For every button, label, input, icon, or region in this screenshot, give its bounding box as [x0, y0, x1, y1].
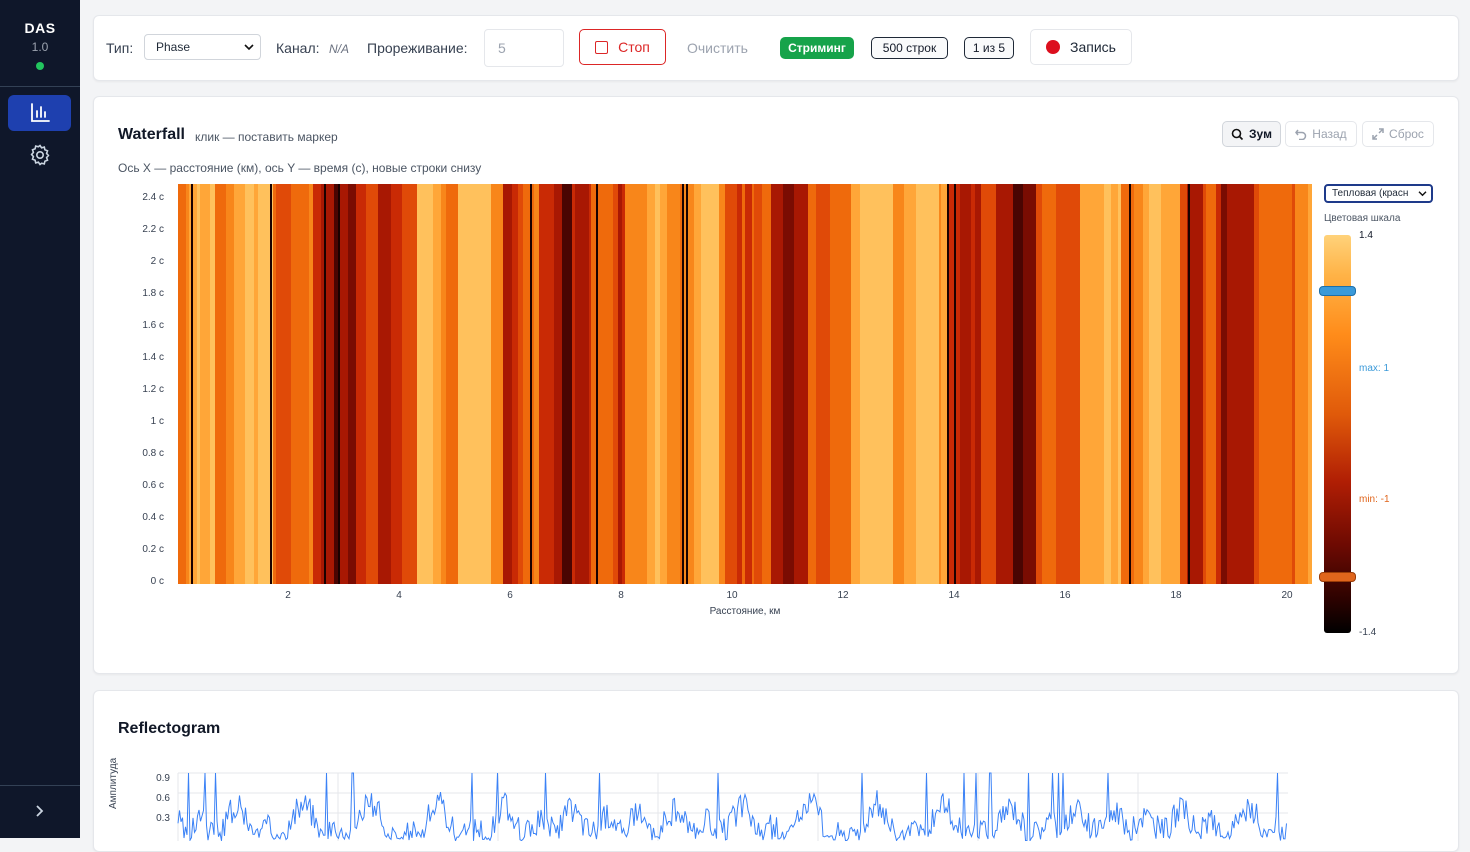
app-name: DAS: [24, 20, 56, 36]
reflectogram-title: Reflectogram: [118, 720, 221, 737]
waterfall-y-tick: 2 с: [150, 256, 164, 267]
back-button[interactable]: Назад: [1285, 121, 1357, 147]
colormap-select[interactable]: Тепловая (красн: [1324, 184, 1433, 203]
waterfall-y-tick: 1.4 с: [142, 352, 164, 363]
reset-button[interactable]: Сброс: [1362, 121, 1434, 147]
waterfall-y-tick: 0.8 с: [142, 448, 164, 459]
waterfall-x-tick: 16: [1059, 590, 1071, 601]
brand: DAS 1.0: [0, 20, 80, 70]
stop-icon: [595, 40, 609, 54]
waterfall-title: Waterfall: [118, 126, 185, 143]
colorscale-max-label: max: 1: [1359, 363, 1390, 374]
decimation-input[interactable]: 5: [484, 29, 564, 67]
waterfall-y-tick: 0.2 с: [142, 544, 164, 555]
waterfall-y-tick: 1.2 с: [142, 384, 164, 395]
colormap-select-value: Тепловая (красн: [1332, 188, 1409, 199]
sidebar-item-charts[interactable]: [8, 95, 71, 131]
waterfall-y-tick: 1 с: [150, 416, 164, 427]
sidebar-divider: [0, 86, 80, 87]
waterfall-panel: Waterfall клик — поставить маркер Ось X …: [93, 96, 1459, 674]
waterfall-x-tick: 4: [396, 590, 402, 601]
reflectogram-chart[interactable]: [118, 761, 1288, 841]
type-select[interactable]: Phase: [144, 34, 261, 60]
colorscale-bottom-value: -1.4: [1359, 627, 1377, 638]
type-label: Тип:: [106, 40, 134, 56]
bar-chart-icon: [30, 103, 50, 122]
record-icon: [1046, 40, 1061, 54]
sidebar: DAS 1.0: [0, 0, 80, 838]
waterfall-x-tick: 8: [618, 590, 624, 601]
waterfall-x-tick: 20: [1281, 590, 1293, 601]
colorscale-min-handle[interactable]: [1319, 572, 1356, 582]
waterfall-description: Ось X — расстояние (км), ось Y — время (…: [118, 161, 482, 175]
colorscale-label: Цветовая шкала: [1324, 213, 1401, 224]
colorscale-max-handle[interactable]: [1319, 286, 1356, 296]
waterfall-y-tick: 1.6 с: [142, 320, 164, 331]
rows-badge: 500 строк: [871, 37, 948, 59]
waterfall-x-tick: 10: [726, 590, 738, 601]
streaming-badge: Стриминг: [780, 37, 854, 59]
waterfall-y-tick: 2.4 с: [142, 192, 164, 203]
toolbar: Тип: Phase Канал: N/A Прореживание: 5 Ст…: [93, 15, 1459, 81]
channel-value: N/A: [329, 42, 350, 56]
waterfall-x-tick: 14: [948, 590, 960, 601]
waterfall-y-tick: 0 с: [150, 576, 164, 587]
zoom-button-label: Зум: [1249, 127, 1272, 141]
record-button-label: Запись: [1070, 39, 1116, 55]
gear-icon: [30, 144, 49, 166]
sidebar-divider-bottom: [0, 785, 80, 786]
expand-icon: [1372, 128, 1384, 140]
waterfall-x-tick: 2: [285, 590, 291, 601]
chevron-right-icon: [36, 805, 44, 817]
waterfall-hint: клик — поставить маркер: [195, 130, 338, 144]
waterfall-canvas[interactable]: [178, 184, 1312, 584]
waterfall-y-tick: 0.4 с: [142, 512, 164, 523]
chevron-down-icon: [1418, 190, 1427, 197]
search-icon: [1231, 128, 1244, 140]
sidebar-expand-button[interactable]: [30, 800, 50, 822]
sidebar-item-settings[interactable]: [8, 137, 71, 173]
back-button-label: Назад: [1312, 127, 1347, 141]
record-button[interactable]: Запись: [1030, 29, 1132, 65]
reset-button-label: Сброс: [1389, 127, 1424, 141]
type-select-value: Phase: [156, 40, 191, 54]
zoom-button[interactable]: Зум: [1222, 121, 1281, 147]
waterfall-y-tick: 1.8 с: [142, 288, 164, 299]
colorscale-top-value: 1.4: [1359, 230, 1373, 241]
waterfall-y-tick: 0.6 с: [142, 480, 164, 491]
reflectogram-line: [177, 772, 1287, 841]
undo-icon: [1295, 129, 1307, 140]
waterfall-x-label: Расстояние, км: [709, 606, 781, 617]
status-indicator: [36, 62, 44, 70]
clear-button[interactable]: Очистить: [687, 40, 748, 56]
waterfall-x-tick: 6: [507, 590, 513, 601]
waterfall-y-tick: 2.2 с: [142, 224, 164, 235]
stop-button[interactable]: Стоп: [579, 29, 666, 65]
channel-label: Канал:: [276, 40, 320, 56]
chevron-down-icon: [244, 44, 254, 51]
stop-button-label: Стоп: [618, 39, 650, 55]
waterfall-x-tick: 18: [1170, 590, 1182, 601]
waterfall-x-tick: 12: [837, 590, 849, 601]
page-badge: 1 из 5: [964, 37, 1014, 59]
colorscale-min-label: min: -1: [1359, 494, 1390, 505]
app-version: 1.0: [31, 40, 49, 54]
decimation-label: Прореживание:: [367, 40, 468, 56]
reflectogram-panel: Reflectogram Амплитуда 0.9 0.6 0.3: [93, 690, 1459, 852]
